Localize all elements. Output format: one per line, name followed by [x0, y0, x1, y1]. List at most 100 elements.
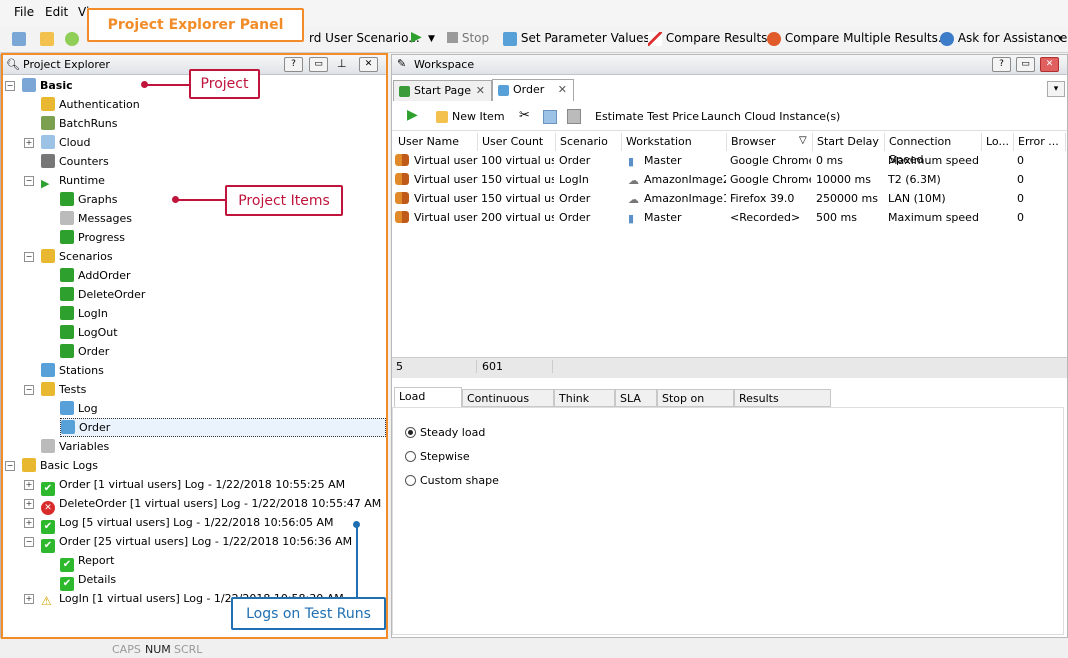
tree-scenario-logout[interactable]: LogOut — [60, 323, 118, 342]
grid-cell[interactable]: 0 — [1017, 151, 1064, 170]
expand-icon[interactable]: + — [24, 480, 34, 490]
grid-cell[interactable]: T2 (6.3M) — [888, 170, 980, 189]
grid-cell[interactable]: Google Chrome — [730, 151, 811, 170]
run-dropdown-icon[interactable]: ▼ — [428, 34, 435, 44]
grid-cell[interactable]: Virtual user g — [414, 208, 478, 227]
grid-cell[interactable]: 150 virtual user — [481, 170, 554, 189]
menu-icon[interactable]: ▭ — [1016, 57, 1035, 72]
tree-log-report[interactable]: ✔ Report — [60, 551, 114, 572]
tree-log-deleteorder-1[interactable]: ✕ DeleteOrder [1 virtual users] Log - 1/2… — [41, 494, 381, 515]
compare-results-button[interactable]: Compare Results... — [648, 31, 779, 46]
tree-scenario-deleteorder[interactable]: DeleteOrder — [60, 285, 145, 304]
tree-log-order-1[interactable]: ✔ Order [1 virtual users] Log - 1/22/2018… — [41, 475, 345, 496]
tree-item-batchruns[interactable]: BatchRuns — [41, 114, 117, 133]
workspace-icon[interactable] — [12, 31, 26, 46]
grid-cell[interactable]: 0 — [1017, 208, 1064, 227]
custom-shape-radio[interactable] — [405, 475, 416, 486]
refresh-icon[interactable] — [65, 31, 79, 46]
grid-cell[interactable] — [985, 208, 1012, 227]
pin-icon[interactable]: ⊥ — [337, 57, 347, 70]
column-header[interactable]: Start Delay — [813, 133, 885, 151]
menu-edit[interactable]: Edit — [45, 5, 68, 19]
estimate-test-price-button[interactable]: Estimate Test Price — [595, 110, 699, 123]
grid-cell[interactable]: 500 ms — [816, 208, 883, 227]
collapse-icon[interactable]: − — [24, 537, 34, 547]
grid-cell[interactable]: 0 — [1017, 170, 1064, 189]
menu-file[interactable]: File — [14, 5, 34, 19]
grid-cell[interactable]: <Recorded> — [730, 208, 811, 227]
expand-icon[interactable]: + — [24, 138, 34, 148]
tree-logs-basic[interactable]: Basic Logs — [22, 456, 98, 475]
grid-cell[interactable]: Master — [644, 151, 726, 170]
column-header[interactable]: User Count — [478, 133, 556, 151]
tree-scenario-addorder[interactable]: AddOrder — [60, 266, 131, 285]
record-scenario-button[interactable]: rd User Scenario... — [309, 31, 420, 45]
grid-cell[interactable]: AmazonImage2 — [644, 170, 726, 189]
open-icon[interactable] — [40, 31, 54, 46]
grid-cell[interactable]: Order — [559, 208, 620, 227]
collapse-icon[interactable]: − — [24, 252, 34, 262]
grid-cell[interactable]: 10000 ms — [816, 170, 883, 189]
tree-scenario-order[interactable]: Order — [60, 342, 109, 361]
subtab[interactable]: Continuous Load — [462, 389, 554, 423]
grid-cell[interactable] — [985, 189, 1012, 208]
grid-cell[interactable]: Order — [559, 189, 620, 208]
column-header[interactable]: User Name — [394, 133, 478, 151]
grid-cell[interactable]: Maximum speed — [888, 151, 980, 170]
grid-cell[interactable]: 0 ms — [816, 151, 883, 170]
run-icon[interactable]: ▶ — [411, 29, 422, 45]
help-icon[interactable]: ? — [992, 57, 1011, 72]
tree-project-basic[interactable]: Basic — [22, 76, 73, 95]
tree-item-tests[interactable]: Tests — [41, 380, 86, 399]
grid-cell[interactable]: Maximum speed — [888, 208, 980, 227]
grid-cell[interactable]: Google Chrome — [730, 170, 811, 189]
tree-item-stations[interactable]: Stations — [41, 361, 104, 380]
grid-cell[interactable]: LogIn — [559, 170, 620, 189]
column-header[interactable]: Error ... — [1014, 133, 1066, 151]
column-header[interactable]: Lo... — [982, 133, 1014, 151]
close-icon[interactable]: ✕ — [1040, 57, 1059, 72]
grid-cell[interactable]: LAN (10M) — [888, 189, 980, 208]
stepwise-radio[interactable] — [405, 451, 416, 462]
grid-cell[interactable]: Order — [559, 151, 620, 170]
stop-button[interactable]: Stop — [447, 31, 489, 45]
menu-icon[interactable]: ▭ — [309, 57, 328, 72]
tree-item-scenarios[interactable]: Scenarios — [41, 247, 113, 266]
close-icon[interactable]: ✕ — [359, 57, 378, 72]
subtab[interactable]: Load Profile — [394, 387, 462, 421]
grid-cell[interactable]: 100 virtual user — [481, 151, 554, 170]
paste-icon[interactable] — [567, 109, 581, 124]
tree-item-messages[interactable]: Messages — [60, 209, 132, 228]
subtab[interactable]: Results Processing — [734, 389, 831, 423]
grid-cell[interactable]: Virtual user g — [414, 151, 478, 170]
filter-icon[interactable]: ▽ — [799, 135, 807, 146]
expand-icon[interactable]: + — [24, 518, 34, 528]
tree-log-details[interactable]: ✔ Details — [60, 570, 116, 591]
grid-cell[interactable]: 150 virtual user — [481, 189, 554, 208]
column-header[interactable]: Scenario — [556, 133, 622, 151]
tree-scenario-login[interactable]: LogIn — [60, 304, 108, 323]
collapse-icon[interactable]: − — [24, 176, 34, 186]
subtab[interactable]: Stop on Error — [657, 389, 734, 423]
grid-cell[interactable]: 250000 ms — [816, 189, 883, 208]
custom-shape-label[interactable]: Custom shape — [420, 474, 499, 487]
expand-icon[interactable]: + — [24, 499, 34, 509]
stepwise-label[interactable]: Stepwise — [420, 450, 470, 463]
grid-cell[interactable] — [985, 151, 1012, 170]
help-icon[interactable]: ? — [284, 57, 303, 72]
tree-item-counters[interactable]: Counters — [41, 152, 109, 171]
run-test-icon[interactable]: ▶ — [407, 107, 418, 123]
new-item-button[interactable]: New Item — [436, 110, 505, 123]
tree-test-log[interactable]: Log — [60, 399, 98, 418]
grid-cell[interactable]: Master — [644, 208, 726, 227]
steady-load-label[interactable]: Steady load — [420, 426, 485, 439]
ask-assistance-button[interactable]: Ask for Assistance — [940, 31, 1067, 46]
set-parameter-values-button[interactable]: Set Parameter Values... — [503, 31, 661, 46]
grid-cell[interactable]: AmazonImage1 — [644, 189, 726, 208]
column-header[interactable]: Connection Speed — [885, 133, 982, 166]
tree-log-log-5[interactable]: ✔ Log [5 virtual users] Log - 1/22/2018 1… — [41, 513, 334, 534]
grid-cell[interactable]: 200 virtual user — [481, 208, 554, 227]
collapse-icon[interactable]: − — [5, 461, 15, 471]
tab-start-page[interactable]: Start Page ✕ — [393, 80, 492, 101]
toolbar-chevron-icon[interactable]: ▾ — [1058, 34, 1063, 44]
